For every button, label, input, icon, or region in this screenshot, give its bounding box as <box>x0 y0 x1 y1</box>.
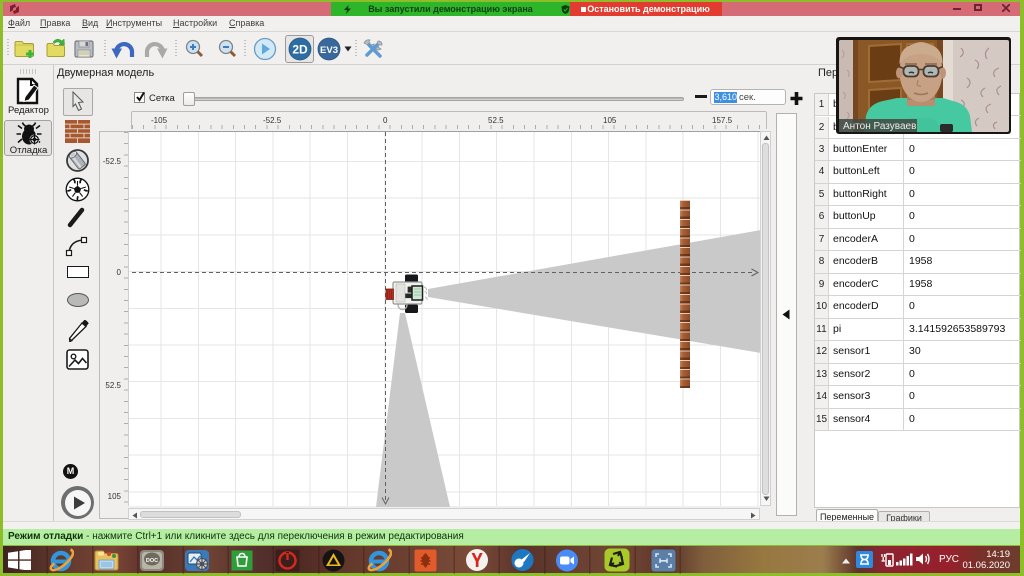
svg-text:Антон Разуваев: Антон Разуваев <box>843 121 916 132</box>
svg-text:EV3: EV3 <box>320 45 338 56</box>
svg-text:2D: 2D <box>292 43 308 57</box>
